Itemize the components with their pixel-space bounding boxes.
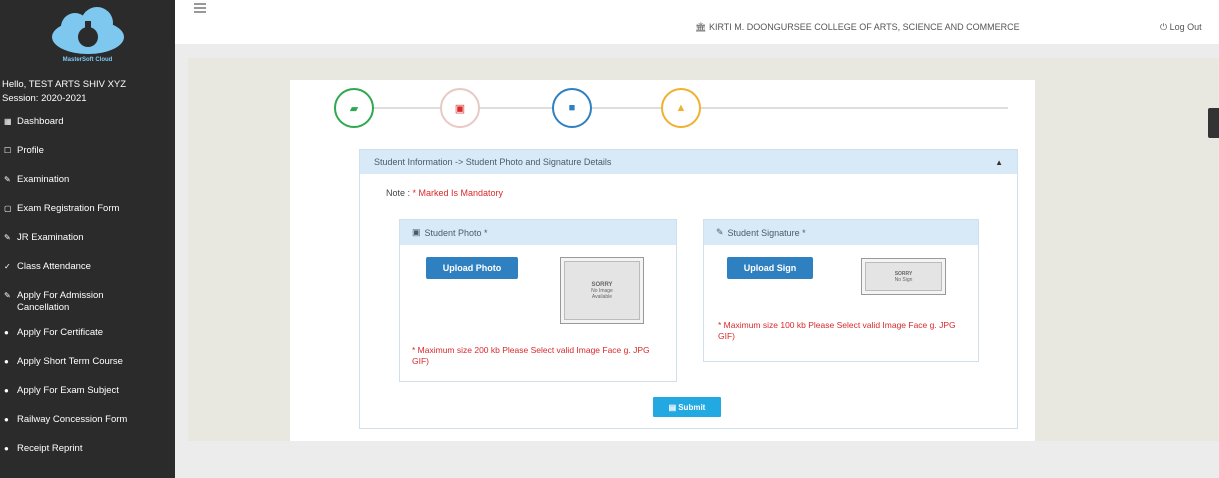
submit-label: Submit xyxy=(678,402,706,412)
sidebar-item-label: Receipt Reprint xyxy=(17,443,83,454)
exam-form-icon: ▢ xyxy=(4,204,12,213)
attendance-icon: ✓ xyxy=(4,262,11,271)
sidebar-item-label: Exam Registration Form xyxy=(17,203,120,214)
sidebar-item-label: JR Examination xyxy=(17,232,84,243)
sidebar-item-railway-concession[interactable]: ● Railway Concession Form xyxy=(0,414,175,443)
save-icon: ▤ xyxy=(668,402,677,412)
user-greeting: Hello, TEST ARTS SHIV XYZ xyxy=(2,79,127,90)
side-scroll-tab[interactable] xyxy=(1208,108,1219,138)
signature-size-warning: * Maximum size 100 kb Please Select vali… xyxy=(718,320,956,341)
sidebar-item-label: Examination xyxy=(17,174,70,185)
logout-link[interactable]: ⏻ Log Out xyxy=(1160,22,1202,33)
thumb-line: Available xyxy=(591,293,613,300)
short-course-icon: ● xyxy=(4,357,9,366)
sidebar-item-apply-certificate[interactable]: ● Apply For Certificate xyxy=(0,327,175,356)
brand-caption: MasterSoft Cloud xyxy=(62,57,113,63)
image-icon: ▣ xyxy=(412,227,421,237)
file-icon: ■ xyxy=(568,102,576,114)
topbar: 🏛 KIRTI M. DOONGURSEE COLLEGE OF ARTS, S… xyxy=(175,0,1219,44)
user-icon: ▲ xyxy=(675,102,687,114)
sidebar-item-examination[interactable]: ✎ Examination xyxy=(0,174,175,203)
user-info: Hello, TEST ARTS SHIV XYZ Session: 2020-… xyxy=(0,70,175,112)
card-title: Student Information -> Student Photo and… xyxy=(374,157,612,167)
sidebar: MasterSoft Cloud Hello, TEST ARTS SHIV X… xyxy=(0,0,175,478)
sidebar-item-label: Railway Concession Form xyxy=(17,414,128,425)
thumb-line: No Sign xyxy=(894,276,913,283)
sidebar-item-exam-subject[interactable]: ● Apply For Exam Subject xyxy=(0,385,175,414)
photo-size-warning: * Maximum size 200 kb Please Select vali… xyxy=(412,345,650,366)
sidebar-item-receipt-reprint[interactable]: ● Receipt Reprint xyxy=(0,443,175,472)
upload-photo-button[interactable]: Upload Photo xyxy=(426,257,518,279)
note-text: * Marked Is Mandatory xyxy=(412,188,504,198)
submit-button[interactable]: ▤ Submit xyxy=(653,397,721,417)
college-name: 🏛 KIRTI M. DOONGURSEE COLLEGE OF ARTS, S… xyxy=(695,22,1020,33)
admission-cancel-icon: ✎ xyxy=(4,291,11,300)
sidebar-item-exam-registration[interactable]: ▢ Exam Registration Form xyxy=(0,203,175,232)
pencil-icon: ✎ xyxy=(716,227,724,237)
profile-icon: ☐ xyxy=(4,146,12,155)
sidebar-item-label: Apply Short Term Course xyxy=(17,356,123,367)
sidebar-item-jr-examination[interactable]: ✎ JR Examination xyxy=(0,232,175,261)
card-header: Student Information -> Student Photo and… xyxy=(360,150,1017,174)
institution-icon: 🏛 xyxy=(695,22,709,32)
note-label: Note : xyxy=(386,188,413,198)
cloud-logo-icon xyxy=(51,7,124,54)
sidebar-item-label: Apply For Admission Cancellation xyxy=(17,290,104,313)
signature-box-title: Student Signature * xyxy=(727,227,806,238)
sidebar-item-admission-cancellation[interactable]: ✎ Apply For Admission Cancellation xyxy=(0,290,175,327)
sidebar-item-label: Apply For Exam Subject xyxy=(17,385,119,396)
step-documents[interactable]: ■ xyxy=(552,88,592,128)
sidebar-item-label: Apply For Certificate xyxy=(17,327,104,338)
certificate-icon: ● xyxy=(4,328,9,337)
photo-thumbnail: SORRY No Image Available xyxy=(560,257,644,324)
no-image-placeholder: SORRY No Image Available xyxy=(564,261,640,320)
signature-thumbnail: SORRY No Sign xyxy=(861,258,946,295)
jr-examination-icon: ✎ xyxy=(4,233,11,242)
sidebar-item-class-attendance[interactable]: ✓ Class Attendance xyxy=(0,261,175,290)
dashboard-icon: ▦ xyxy=(4,117,12,126)
image-icon: ▣ xyxy=(454,102,466,115)
exam-subject-icon: ● xyxy=(4,386,9,395)
brand: MasterSoft Cloud xyxy=(0,0,175,70)
step-basic-info[interactable]: ▰ xyxy=(334,88,374,128)
railway-icon: ● xyxy=(4,415,9,424)
sidebar-nav: ▦ Dashboard ☐ Profile ✎ Examination ▢ Exam R… xyxy=(0,116,175,472)
step-photo-signature[interactable]: ▣ xyxy=(440,88,480,128)
no-sign-placeholder: SORRY No Sign xyxy=(865,262,942,291)
signature-box-header: ✎ Student Signature * xyxy=(704,220,978,245)
examination-icon: ✎ xyxy=(4,175,11,184)
session-label: Session: 2020-2021 xyxy=(2,93,87,104)
sidebar-item-dashboard[interactable]: ▦ Dashboard xyxy=(0,116,175,145)
step-confirm[interactable]: ▲ xyxy=(661,88,701,128)
sidebar-item-label: Profile xyxy=(17,145,44,156)
photo-box-header: ▣ Student Photo * xyxy=(400,220,676,245)
user-icon: ▲ xyxy=(995,157,1003,167)
mandatory-note: Note : * Marked Is Mandatory xyxy=(386,188,503,198)
photo-box-title: Student Photo * xyxy=(424,227,488,238)
power-icon: ⏻ xyxy=(1160,22,1170,32)
upload-sign-button[interactable]: Upload Sign xyxy=(727,257,813,279)
book-icon: ▰ xyxy=(349,102,359,115)
sidebar-item-label: Class Attendance xyxy=(17,261,91,272)
sidebar-item-short-term-course[interactable]: ● Apply Short Term Course xyxy=(0,356,175,385)
sidebar-item-profile[interactable]: ☐ Profile xyxy=(0,145,175,174)
hamburger-menu-icon[interactable] xyxy=(194,3,206,13)
logout-label: Log Out xyxy=(1169,22,1202,32)
receipt-icon: ● xyxy=(4,444,9,453)
sidebar-item-label: Dashboard xyxy=(17,116,64,127)
college-name-text: KIRTI M. DOONGURSEE COLLEGE OF ARTS, SCI… xyxy=(708,22,1020,32)
